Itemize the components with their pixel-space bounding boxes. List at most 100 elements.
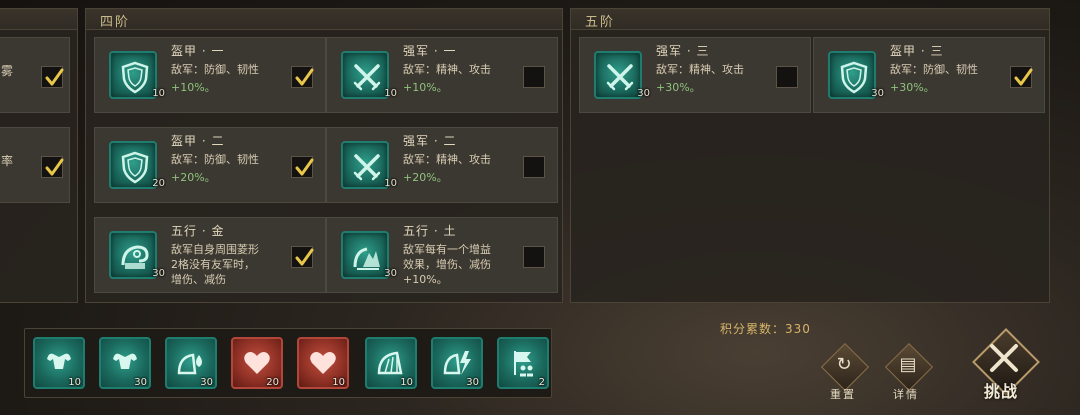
muscle-icon [47,353,71,369]
level-number: 30 [466,377,479,388]
heart-icon [310,352,336,374]
buff-slot[interactable]: 30 [165,337,217,389]
fan-icon [377,351,403,375]
buff-slot[interactable]: 20 [231,337,283,389]
level-number: 20 [152,178,165,189]
muscle-icon [113,353,137,369]
tier5-panel: 五阶 30 强军 · 三 敌军：精神、攻击 +30%。 30 盔甲 · 三 敌军… [570,8,1050,303]
shield-icon: 10 [109,51,165,99]
score-display: 积分累数：330 [720,320,811,337]
level-number: 10 [400,377,413,388]
card-title: 盔甲 · 三 [890,44,944,58]
select-checkbox[interactable] [523,246,545,268]
level-number: 30 [152,268,165,279]
heart-icon [244,352,270,374]
shield-icon: 20 [109,141,165,189]
scroll-icon: ▤ [899,354,917,375]
card-title: 五行 · 金 [171,224,225,238]
card-armor-1[interactable]: 10 盔甲 · 一 敌军：防御、韧性 +10%。 [94,37,326,113]
left-card-2[interactable]: 率 [0,127,70,203]
tier4-panel: 四阶 10 盔甲 · 一 敌军：防御、韧性 +10%。 10 强军 · 一 敌军… [85,8,563,303]
buff-slot[interactable]: 30 [431,337,483,389]
buff-slot[interactable]: 30 [99,337,151,389]
card-strength-2[interactable]: 10 强军 · 二 敌军：精神、攻击 +20%。 [326,127,558,203]
left-tier-panel: 雾 率 [0,8,78,303]
card-title: 强军 · 一 [403,44,457,58]
card-desc: 敌军：精神、攻击 [656,63,744,76]
select-checkbox[interactable] [776,66,798,88]
card-desc: 敌军：精神、攻击 [403,63,491,76]
banner-troops-icon [514,351,533,377]
crossed-swords-icon: 10 [341,141,397,189]
card-desc: 敌军：精神、攻击 [403,153,491,166]
level-number: 30 [384,268,397,279]
card-title: 强军 · 二 [403,134,457,148]
card-title: 五行 · 土 [403,224,457,238]
level-number: 30 [871,88,884,99]
tier4-header: 四阶 [86,9,562,30]
left-card-1[interactable]: 雾 [0,37,70,113]
card-strength-1[interactable]: 10 强军 · 一 敌军：精神、攻击 +10%。 [326,37,558,113]
tier4-title: 四阶 [100,15,131,30]
level-number: 30 [200,377,213,388]
buff-slot[interactable]: 2 [497,337,549,389]
card-bonus: +10%。 [171,81,216,94]
card-bonus: +20%。 [403,171,448,184]
select-checkbox[interactable] [523,66,545,88]
level-number: 10 [68,377,81,388]
card-desc: 敌军：防御、韧性 [171,63,259,76]
select-checkbox[interactable] [1010,66,1033,88]
challenge-label: 挑战 [984,382,1019,401]
left-card-label: 率 [1,154,14,168]
earth-element-icon: 30 [341,231,397,279]
select-checkbox[interactable] [291,156,314,178]
card-title: 盔甲 · 二 [171,134,225,148]
left-checkbox-1[interactable] [41,66,64,88]
card-armor-2[interactable]: 20 盔甲 · 二 敌军：防御、韧性 +20%。 [94,127,326,203]
card-strength-3[interactable]: 30 强军 · 三 敌军：精神、攻击 +30%。 [579,37,811,113]
selected-buffs-tray: 10 30 30 20 10 10 30 2 [24,328,552,398]
crossed-swords-icon: 10 [341,51,397,99]
fan-drop-icon [177,353,202,375]
details-button[interactable]: ▤ [884,342,934,392]
card-bonus: +20%。 [171,171,216,184]
level-number: 10 [332,377,345,388]
level-number: 20 [266,377,279,388]
card-desc-line: +10%。 [403,273,448,286]
buff-slot[interactable]: 10 [33,337,85,389]
select-checkbox[interactable] [291,246,314,268]
card-bonus: +30%。 [656,81,701,94]
tier5-header: 五阶 [571,9,1049,30]
level-number: 10 [384,178,397,189]
score-value: 330 [785,322,811,336]
shield-icon: 30 [828,51,884,99]
level-number: 30 [637,88,650,99]
reset-icon: ↻ [836,354,852,375]
level-number: 2 [538,377,545,388]
left-tier-header [0,9,77,30]
tier5-title: 五阶 [585,15,616,30]
card-armor-3[interactable]: 30 盔甲 · 三 敌军：防御、韧性 +30%。 [813,37,1045,113]
level-number: 30 [134,377,147,388]
card-desc: 敌军：防御、韧性 [171,153,259,166]
card-desc-line: 增伤、减伤 [171,273,226,286]
reset-button[interactable]: ↻ [820,342,870,392]
left-card-label: 雾 [1,64,14,78]
select-checkbox[interactable] [291,66,314,88]
details-label: 详情 [893,388,919,401]
card-five-elements-metal[interactable]: 30 五行 · 金 敌军自身周围菱形 2格没有友军时， 增伤、减伤 [94,217,326,293]
card-bonus: +10%。 [403,81,448,94]
select-checkbox[interactable] [523,156,545,178]
reset-label: 重置 [830,388,856,401]
card-title: 盔甲 · 一 [171,44,225,58]
left-checkbox-2[interactable] [41,156,64,178]
crossed-swords-icon: 30 [594,51,650,99]
fan-lightning-icon [443,351,471,375]
level-number: 10 [152,88,165,99]
metal-element-icon: 30 [109,231,165,279]
card-bonus: +30%。 [890,81,935,94]
card-five-elements-earth[interactable]: 30 五行 · 土 敌军每有一个增益 效果，增伤、减伤 +10%。 [326,217,558,293]
buff-slot[interactable]: 10 [365,337,417,389]
score-label: 积分累数： [720,322,786,336]
buff-slot[interactable]: 10 [297,337,349,389]
